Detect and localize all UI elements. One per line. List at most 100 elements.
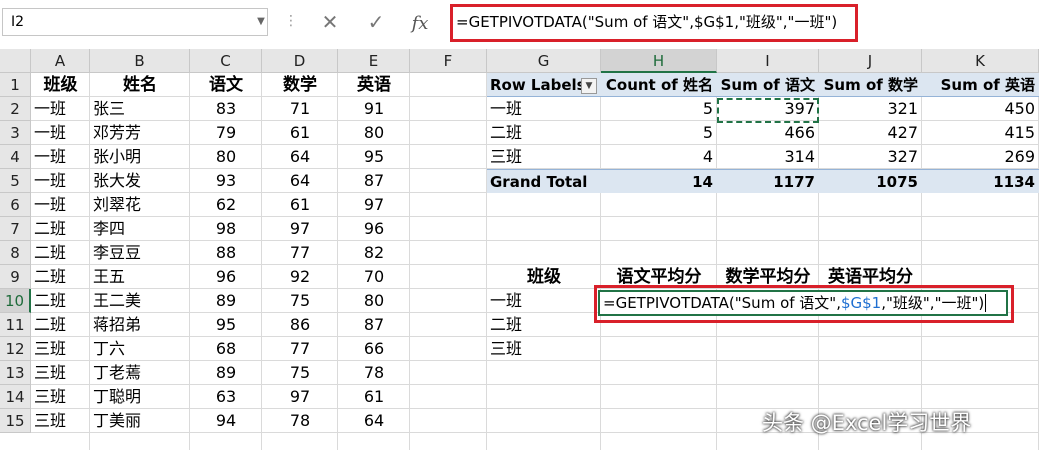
source-data-cell[interactable]: 一班 [31, 169, 90, 193]
source-data-cell[interactable]: 蒋招弟 [90, 313, 190, 337]
pivot-header-cell[interactable]: Sum of 语文 [717, 73, 819, 97]
source-data-cell[interactable]: 一班 [31, 121, 90, 145]
source-data-cell[interactable]: 75 [262, 289, 338, 313]
row-header-2[interactable]: 2 [0, 97, 31, 121]
source-data-cell[interactable]: 80 [190, 145, 262, 169]
source-data-cell[interactable]: 80 [338, 289, 410, 313]
source-data-cell[interactable]: 张小明 [90, 145, 190, 169]
source-data-cell[interactable]: 61 [262, 193, 338, 217]
source-data-cell[interactable]: 78 [262, 409, 338, 433]
name-box[interactable]: I2 [2, 8, 268, 36]
source-data-cell[interactable]: 二班 [31, 313, 90, 337]
row-header-13[interactable]: 13 [0, 361, 31, 385]
source-data-cell[interactable]: 87 [338, 169, 410, 193]
source-data-cell[interactable]: 88 [190, 241, 262, 265]
insert-function-icon[interactable]: fx [400, 8, 440, 36]
source-data-cell[interactable]: 70 [338, 265, 410, 289]
source-data-cell[interactable]: 77 [262, 241, 338, 265]
source-header-cell[interactable]: 语文 [190, 73, 262, 97]
source-data-cell[interactable]: 93 [190, 169, 262, 193]
source-header-cell[interactable]: 英语 [338, 73, 410, 97]
source-data-cell[interactable]: 丁美丽 [90, 409, 190, 433]
source-data-cell[interactable]: 一班 [31, 97, 90, 121]
source-data-cell[interactable]: 63 [190, 385, 262, 409]
row-header-7[interactable]: 7 [0, 217, 31, 241]
source-data-cell[interactable]: 87 [338, 313, 410, 337]
column-header-d[interactable]: D [262, 49, 338, 73]
source-data-cell[interactable]: 91 [338, 97, 410, 121]
column-header-e[interactable]: E [338, 49, 410, 73]
source-data-cell[interactable]: 61 [262, 121, 338, 145]
source-header-cell[interactable]: 班级 [31, 73, 90, 97]
pivot-header-cell[interactable]: Sum of 数学 [819, 73, 922, 97]
source-data-cell[interactable]: 张三 [90, 97, 190, 121]
source-data-cell[interactable]: 三班 [31, 337, 90, 361]
select-all-corner[interactable] [0, 49, 31, 73]
column-header-g[interactable]: G [487, 49, 601, 73]
source-data-cell[interactable]: 96 [338, 217, 410, 241]
source-data-cell[interactable]: 97 [262, 385, 338, 409]
row-header-6[interactable]: 6 [0, 193, 31, 217]
pivot-data-cell[interactable]: 314 [717, 145, 819, 169]
pivot-header-cell[interactable]: Count of 姓名 [601, 73, 717, 97]
source-data-cell[interactable]: 张大发 [90, 169, 190, 193]
source-header-cell[interactable]: 姓名 [90, 73, 190, 97]
row-header-8[interactable]: 8 [0, 241, 31, 265]
source-data-cell[interactable]: 丁老蔫 [90, 361, 190, 385]
average-header-cell[interactable]: 班级 [487, 265, 601, 289]
row-header-11[interactable]: 11 [0, 313, 31, 337]
source-data-cell[interactable]: 二班 [31, 217, 90, 241]
source-data-cell[interactable]: 一班 [31, 145, 90, 169]
average-class-cell[interactable]: 二班 [487, 313, 601, 337]
column-header-k[interactable]: K [922, 49, 1039, 73]
row-header-4[interactable]: 4 [0, 145, 31, 169]
pivot-data-cell[interactable]: 5 [601, 97, 717, 121]
source-data-cell[interactable]: 96 [190, 265, 262, 289]
source-data-cell[interactable]: 二班 [31, 289, 90, 313]
row-header-3[interactable]: 3 [0, 121, 31, 145]
source-data-cell[interactable]: 二班 [31, 265, 90, 289]
column-header-j[interactable]: J [819, 49, 922, 73]
source-data-cell[interactable]: 丁聪明 [90, 385, 190, 409]
source-data-cell[interactable]: 92 [262, 265, 338, 289]
source-data-cell[interactable]: 66 [338, 337, 410, 361]
pivot-total-cell[interactable]: 1075 [819, 169, 922, 193]
source-data-cell[interactable]: 97 [338, 193, 410, 217]
average-class-cell[interactable]: 一班 [487, 289, 601, 313]
source-data-cell[interactable]: 61 [338, 385, 410, 409]
source-data-cell[interactable]: 62 [190, 193, 262, 217]
source-data-cell[interactable]: 80 [338, 121, 410, 145]
column-header-f[interactable]: F [410, 49, 487, 73]
row-header-12[interactable]: 12 [0, 337, 31, 361]
pivot-data-cell[interactable]: 450 [922, 97, 1039, 121]
source-data-cell[interactable]: 83 [190, 97, 262, 121]
pivot-data-cell[interactable]: 5 [601, 121, 717, 145]
column-header-a[interactable]: A [31, 49, 90, 73]
chevron-down-icon[interactable]: ▼ [255, 8, 267, 36]
source-data-cell[interactable]: 64 [262, 145, 338, 169]
source-data-cell[interactable]: 89 [190, 361, 262, 385]
column-header-b[interactable]: B [90, 49, 190, 73]
row-header-10[interactable]: 10 [0, 289, 31, 313]
pivot-total-cell[interactable]: 1134 [922, 169, 1039, 193]
column-header-i[interactable]: I [717, 49, 819, 73]
column-header-c[interactable]: C [190, 49, 262, 73]
source-data-cell[interactable]: 刘翠花 [90, 193, 190, 217]
source-data-cell[interactable]: 94 [190, 409, 262, 433]
source-data-cell[interactable]: 二班 [31, 241, 90, 265]
pivot-data-cell[interactable]: 466 [717, 121, 819, 145]
source-data-cell[interactable]: 王五 [90, 265, 190, 289]
source-data-cell[interactable]: 李四 [90, 217, 190, 241]
average-class-cell[interactable]: 三班 [487, 337, 601, 361]
source-data-cell[interactable]: 一班 [31, 193, 90, 217]
pivot-total-cell[interactable]: 1177 [717, 169, 819, 193]
pivot-data-cell[interactable]: 二班 [487, 121, 601, 145]
source-data-cell[interactable]: 77 [262, 337, 338, 361]
source-data-cell[interactable]: 68 [190, 337, 262, 361]
source-data-cell[interactable]: 64 [338, 409, 410, 433]
enter-icon[interactable]: ✓ [356, 8, 396, 36]
source-data-cell[interactable]: 95 [190, 313, 262, 337]
source-data-cell[interactable]: 王二美 [90, 289, 190, 313]
pivot-data-cell[interactable]: 321 [819, 97, 922, 121]
source-data-cell[interactable]: 三班 [31, 385, 90, 409]
